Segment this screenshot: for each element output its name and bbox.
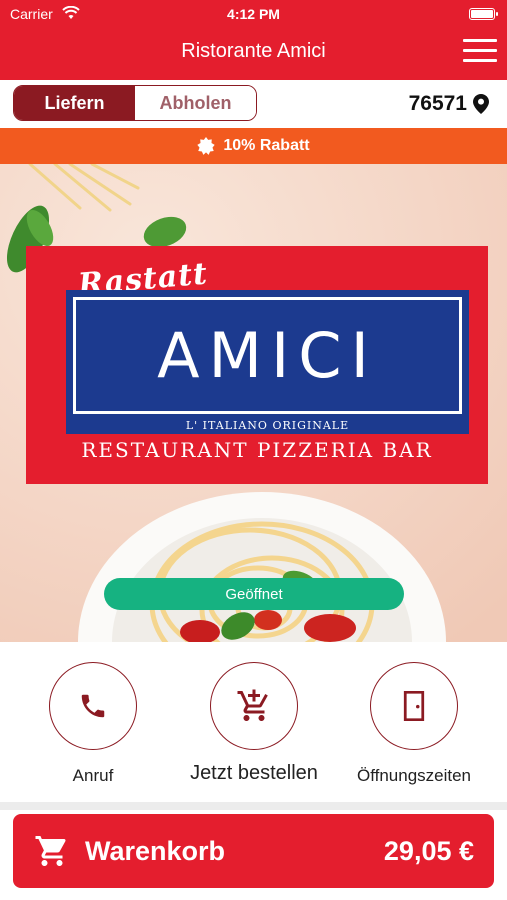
order-mode-bar: Liefern Abholen 76571 (0, 80, 507, 128)
action-row: Anruf Jetzt bestellen Öffnungszeiten (0, 642, 507, 802)
logo-name: AMICI (157, 319, 378, 392)
call-circle (49, 662, 137, 750)
logo-name-box: AMICI L' ITALIANO ORIGINALE (66, 290, 469, 434)
shopping-cart-icon (237, 689, 268, 721)
opening-hours-label: Öffnungszeiten (356, 766, 472, 785)
hours-circle (370, 662, 458, 750)
status-time: 4:12 PM (227, 6, 280, 22)
order-circle (210, 662, 298, 750)
cart-total: 29,05 € (383, 835, 474, 866)
battery-icon (469, 8, 498, 20)
discount-text: 10% Rabatt (223, 137, 310, 154)
opening-hours-button[interactable]: Öffnungszeiten (339, 662, 489, 786)
restaurant-logo: Rastatt AMICI L' ITALIANO ORIGINALE REST… (26, 246, 488, 484)
map-pin-icon (473, 94, 489, 114)
call-button[interactable]: Anruf (18, 662, 168, 786)
postcode-value: 76571 (408, 92, 467, 115)
hero-banner: Rastatt AMICI L' ITALIANO ORIGINALE REST… (0, 164, 507, 642)
cart-label: Warenkorb (85, 835, 226, 866)
logo-tagline: RESTAURANT PIZZERIA BAR (81, 438, 433, 462)
phone-icon (81, 694, 105, 718)
hamburger-menu-icon[interactable] (463, 39, 497, 65)
shopping-cart-icon (35, 836, 66, 866)
status-bar: Carrier 4:12 PM (0, 0, 507, 28)
door-icon (403, 691, 425, 721)
cart-area: Warenkorb 29,05 € (0, 810, 507, 900)
order-mode-toggle: Liefern Abholen (13, 85, 257, 121)
cart-button[interactable]: Warenkorb 29,05 € (13, 814, 494, 888)
discount-banner: 10% Rabatt (0, 128, 507, 164)
order-now-button[interactable]: Jetzt bestellen (179, 662, 329, 785)
section-divider (0, 802, 507, 810)
logo-name-frame: AMICI (73, 297, 462, 414)
delivery-tab[interactable]: Liefern (14, 86, 135, 120)
call-label: Anruf (72, 766, 114, 785)
open-status-badge: Geöffnet (104, 578, 404, 610)
app-header: Carrier 4:12 PM Ristorante Amici (0, 0, 507, 80)
order-now-label: Jetzt bestellen (190, 762, 318, 784)
pickup-tab[interactable]: Abholen (135, 86, 256, 120)
discount-badge-icon (197, 137, 216, 155)
postcode-selector[interactable]: 76571 (409, 92, 489, 116)
page-title: Ristorante Amici (181, 40, 326, 62)
logo-subtitle: L' ITALIANO ORIGINALE (185, 419, 350, 432)
